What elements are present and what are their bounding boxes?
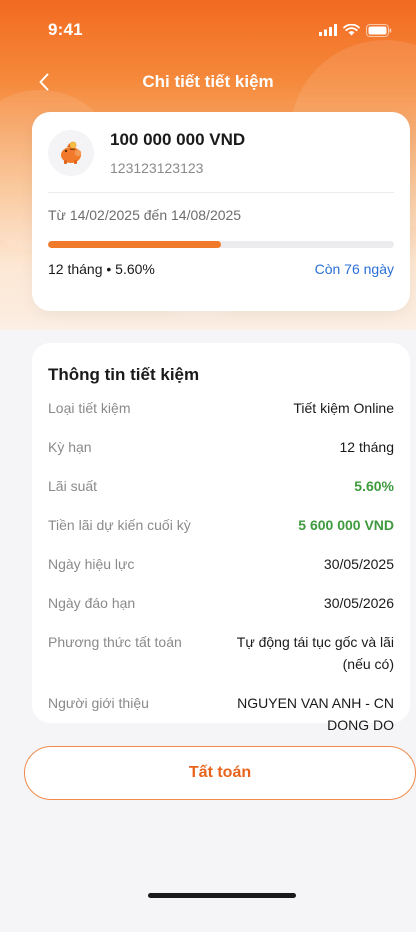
info-list: Loại tiết kiệm Tiết kiệm Online Kỳ hạn 12 t… — [48, 397, 394, 775]
chevron-left-icon — [39, 73, 49, 91]
info-row: Lãi suất 5.60% — [48, 475, 394, 497]
info-row: Người giới thiệu NGUYEN VAN ANH - CN DONG… — [48, 692, 394, 736]
term-progress-bar — [48, 241, 394, 248]
deposit-period: Từ 14/02/2025 đến 14/08/2025 — [48, 207, 242, 223]
info-row: Phương thức tất toán Tự động tái tục gốc … — [48, 631, 394, 675]
savings-info-card: Thông tin tiết kiệm Loại tiết kiệm Tiết k… — [32, 343, 410, 772]
info-row-label: Tiền lãi dự kiến cuối kỳ — [48, 517, 191, 533]
info-row: Tiền lãi dự kiến cuối kỳ 5 600 000 VND — [48, 514, 394, 536]
status-icons — [319, 23, 392, 37]
info-row-label: Lãi suất — [48, 478, 98, 494]
info-row: Ngày đáo hạn 30/05/2026 — [48, 592, 394, 614]
savings-summary-card: 100 000 000 VND 123123123123 Từ 14/02/20… — [32, 112, 410, 311]
status-time: 9:41 — [48, 20, 83, 39]
page-title: Chi tiết tiết kiệm — [142, 72, 274, 91]
info-row-label: Ngày hiệu lực — [48, 556, 135, 572]
status-bar: 9:41 — [0, 0, 416, 60]
info-row-label: Ngày đáo hạn — [48, 595, 136, 611]
info-row-value: NGUYEN VAN ANH - CN DONG DO — [237, 695, 394, 733]
info-row-value: Tiết kiệm Online — [293, 400, 394, 416]
info-row: Loại tiết kiệm Tiết kiệm Online — [48, 397, 394, 419]
wifi-icon — [343, 24, 360, 36]
summary-amount-block: 100 000 000 VND 123123123123 — [110, 130, 245, 176]
days-remaining: Còn 76 ngày — [314, 261, 394, 277]
info-row-label: Loại tiết kiệm — [48, 400, 131, 416]
summary-footer: 12 tháng • 5.60% Còn 76 ngày — [48, 261, 394, 277]
info-row-value: 12 tháng — [339, 439, 395, 455]
info-row: Kỳ hạn 12 tháng — [48, 436, 394, 458]
info-row-value: 5.60% — [354, 478, 394, 494]
signal-icon — [319, 24, 337, 36]
nav-bar: Chi tiết tiết kiệm — [0, 62, 416, 102]
account-number: 123123123123 — [110, 160, 204, 176]
battery-icon — [366, 23, 392, 37]
settle-button[interactable]: Tất toán — [24, 746, 416, 800]
summary-header: 100 000 000 VND 123123123123 — [48, 130, 394, 176]
piggy-bank-icon — [61, 141, 82, 164]
piggy-bank-avatar — [48, 130, 94, 176]
info-row-label: Kỳ hạn — [48, 439, 92, 455]
info-row-value: 30/05/2026 — [323, 595, 394, 611]
info-row: Ngày hiệu lực 30/05/2025 — [48, 553, 394, 575]
info-row-value: Tự động tái tục gốc và lãi (nếu có) — [236, 634, 394, 672]
info-row-value: 30/05/2025 — [323, 556, 394, 572]
term-progress-fill — [48, 241, 221, 248]
term-and-rate: 12 tháng • 5.60% — [48, 261, 155, 277]
section-title: Thông tin tiết kiệm — [48, 365, 200, 384]
info-row-label: Người giới thiệu — [48, 695, 149, 711]
deposit-amount: 100 000 000 VND — [110, 130, 246, 149]
info-row-label: Phương thức tất toán — [48, 634, 182, 650]
divider — [48, 192, 394, 193]
info-row-value: 5 600 000 VND — [298, 517, 394, 533]
home-indicator — [148, 893, 296, 898]
back-button[interactable] — [30, 68, 58, 96]
